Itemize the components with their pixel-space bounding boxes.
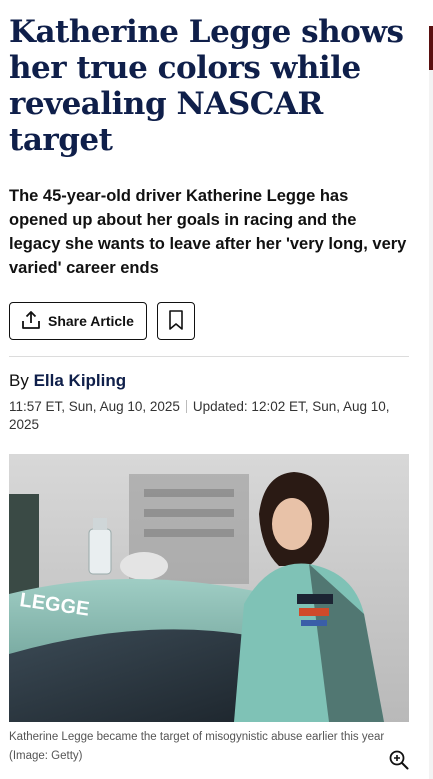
date-separator bbox=[185, 400, 187, 413]
article-headline: Katherine Legge shows her true colors wh… bbox=[9, 14, 404, 158]
byline: By Ella Kipling bbox=[9, 370, 409, 392]
published-time: 11:57 ET, Sun, Aug 10, 2025 bbox=[9, 399, 180, 414]
bookmark-icon bbox=[167, 309, 185, 334]
author-link[interactable]: Ella Kipling bbox=[34, 371, 127, 390]
article: Katherine Legge shows her true colors wh… bbox=[9, 0, 409, 770]
zoom-in-icon[interactable] bbox=[389, 750, 409, 770]
bookmark-button[interactable] bbox=[156, 302, 195, 340]
caption-text: Katherine Legge became the target of mis… bbox=[9, 731, 385, 743]
article-photo[interactable]: LEGGE bbox=[9, 454, 409, 722]
share-article-button[interactable]: Share Article bbox=[9, 302, 147, 340]
divider bbox=[9, 356, 409, 357]
article-actions: Share Article bbox=[9, 302, 409, 340]
scrollbar-track[interactable] bbox=[429, 70, 433, 779]
byline-prefix: By bbox=[9, 371, 29, 390]
article-standfirst: The 45-year-old driver Katherine Legge h… bbox=[9, 187, 407, 277]
share-article-label: Share Article bbox=[48, 313, 134, 329]
photo-caption: Katherine Legge became the target of mis… bbox=[9, 728, 409, 770]
share-icon bbox=[20, 309, 42, 334]
photo-credit: (Image: Getty) bbox=[9, 750, 83, 762]
article-dates: 11:57 ET, Sun, Aug 10, 2025 Updated: 12:0… bbox=[9, 398, 409, 434]
scrollbar-thumb[interactable] bbox=[429, 26, 433, 70]
